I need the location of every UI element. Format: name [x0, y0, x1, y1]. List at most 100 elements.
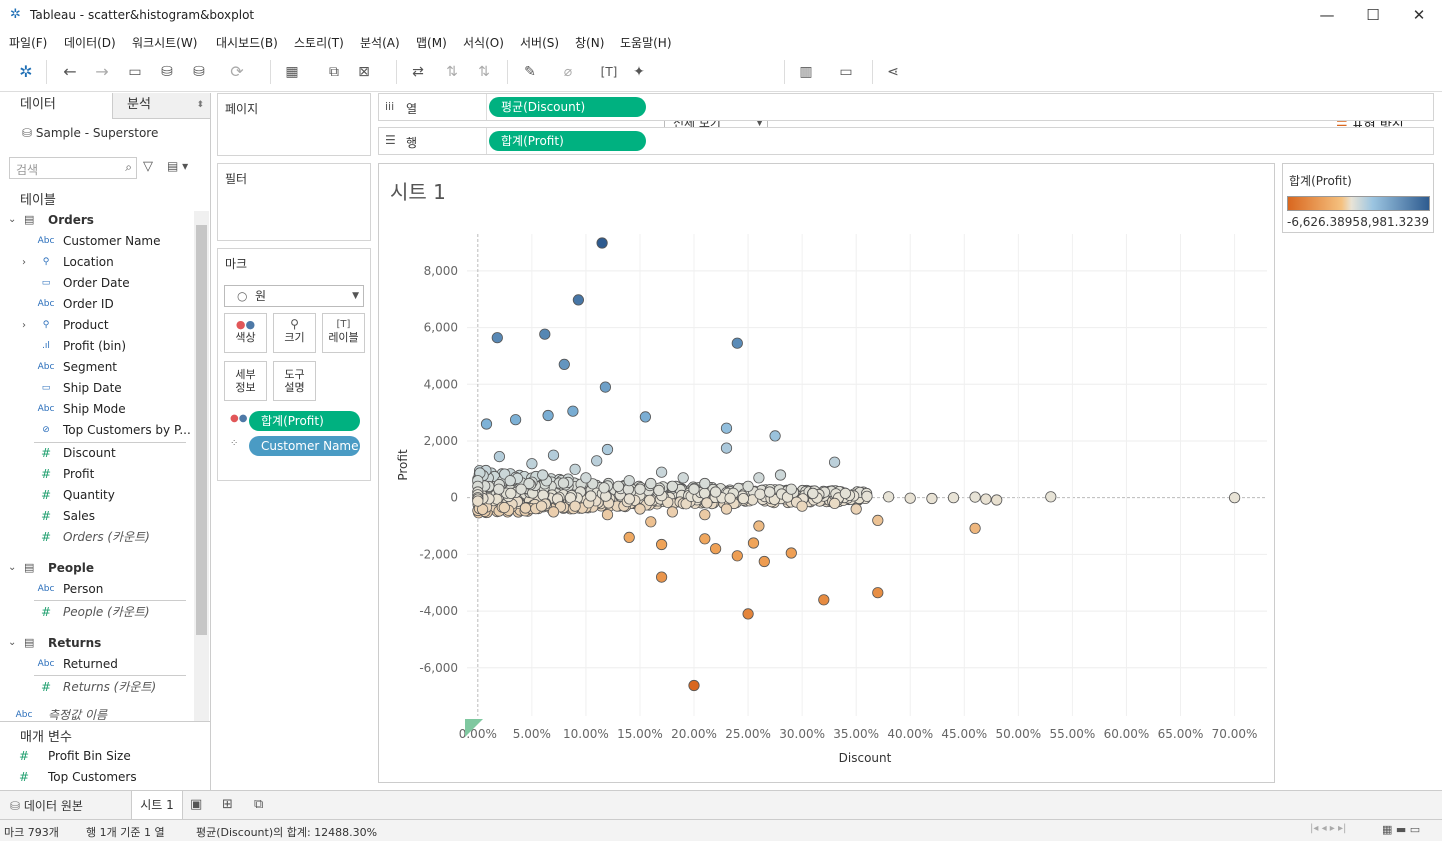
menu-server[interactable]: 서버(S)	[520, 34, 559, 51]
data-point	[764, 486, 776, 498]
field-dimension[interactable]: ▭ Order Date	[0, 273, 196, 294]
menu-map[interactable]: 맵(M)	[416, 34, 447, 51]
color-button[interactable]: ●● 색상	[224, 313, 267, 353]
pages-card[interactable]: 페이지	[217, 93, 371, 156]
maximize-button[interactable]: ☐	[1350, 0, 1396, 30]
swap-rows-columns-icon[interactable]: ⇄	[406, 60, 430, 84]
undo-icon[interactable]: ←	[58, 60, 82, 84]
label-button[interactable]: [T] 레이블	[322, 313, 365, 353]
save-icon[interactable]: ▭	[123, 60, 147, 84]
close-button[interactable]: ✕	[1396, 0, 1442, 30]
datasource-tab[interactable]: ⛁ 데이터 원본	[10, 797, 83, 814]
marks-pill-customer-name[interactable]: Customer Name	[249, 436, 360, 456]
scatter-plot[interactable]: 8,000 6,000 4,000 2,000 0 -2,000 -4,000 -6,000 0…	[379, 164, 1274, 782]
y-tick-label: 2,000	[424, 434, 458, 448]
refresh-icon[interactable]: ⟳	[225, 60, 249, 84]
view-options-icon[interactable]: ▤ ▾	[167, 159, 188, 173]
field-measure[interactable]: # Orders (카운트)	[0, 527, 196, 548]
redo-icon[interactable]: →	[90, 60, 114, 84]
table-returns[interactable]: ⌄ ▤ Returns	[0, 632, 196, 654]
datasource-item[interactable]: ⛁ Sample - Superstore	[22, 126, 158, 140]
clear-sheet-icon[interactable]: ⊠	[352, 60, 376, 84]
data-point	[747, 537, 760, 549]
table-orders[interactable]: ⌄ ▤ Orders	[0, 209, 196, 231]
new-dashboard-icon[interactable]: ⊞	[222, 797, 233, 812]
color-legend[interactable]: 합계(Profit) -6,626.3895 8,981.3239	[1282, 163, 1434, 233]
rows-shelf[interactable]: ☰ 행 합계(Profit)	[378, 127, 1434, 155]
show-cards-icon[interactable]: ▥	[794, 60, 818, 84]
group-members-icon[interactable]: ⌀	[556, 60, 580, 84]
view-toggle-icon[interactable]: ▦ ▬ ▭	[1382, 823, 1420, 836]
menu-file[interactable]: 파일(F)	[9, 34, 47, 51]
field-measure[interactable]: # Discount	[0, 443, 196, 464]
menu-analysis[interactable]: 분석(A)	[360, 34, 400, 51]
columns-pill-discount[interactable]: 평균(Discount)	[489, 97, 646, 117]
menu-window[interactable]: 창(N)	[575, 34, 604, 51]
field-dimension[interactable]: Abc Person	[0, 579, 196, 600]
duplicate-sheet-icon[interactable]: ⧉	[322, 60, 346, 84]
scrollbar-track[interactable]	[194, 211, 209, 721]
field-dimension[interactable]: Abc Ship Mode	[0, 399, 196, 420]
tab-data[interactable]: 데이터	[0, 93, 112, 119]
mark-type-select[interactable]: ○ 원 ▼	[224, 285, 364, 307]
menu-help[interactable]: 도움말(H)	[620, 34, 672, 51]
data-point	[601, 443, 614, 456]
menu-dashboard[interactable]: 대시보드(B)	[216, 34, 278, 51]
scrollbar-thumb[interactable]	[196, 225, 207, 635]
y-tick-label: -2,000	[419, 547, 458, 561]
show-mark-labels-icon[interactable]: [T]	[597, 60, 621, 84]
dimension-icon: .ıl	[42, 341, 50, 351]
highlight-icon[interactable]: ✎	[518, 60, 542, 84]
marks-pill-profit[interactable]: 합계(Profit)	[249, 411, 360, 431]
status-rows: 행 1개 기준 1 열	[86, 826, 165, 839]
search-field[interactable]: 검색 ⌕	[9, 157, 137, 179]
columns-shelf[interactable]: iii 열 평균(Discount)	[378, 93, 1434, 121]
fix-axes-icon[interactable]: ✦	[627, 60, 651, 84]
filters-card[interactable]: 필터	[217, 163, 371, 241]
field-measure[interactable]: # Profit	[0, 464, 196, 485]
menu-worksheet[interactable]: 워크시트(W)	[132, 34, 197, 51]
field-measure[interactable]: # Quantity	[0, 485, 196, 506]
rows-pill-profit[interactable]: 합계(Profit)	[489, 131, 646, 151]
field-measure-names[interactable]: Abc 측정값 이름	[0, 705, 196, 726]
menu-format[interactable]: 서식(O)	[463, 34, 504, 51]
new-story-icon[interactable]: ⧉	[254, 797, 263, 812]
new-worksheet-icon[interactable]: ▣	[190, 797, 202, 812]
sheet-tab[interactable]: 시트 1	[131, 791, 183, 819]
dimension-icon: ⚲	[42, 257, 50, 267]
presentation-mode-icon[interactable]: ▭	[834, 60, 858, 84]
pause-updates-icon[interactable]: ⛁	[187, 60, 211, 84]
sort-descending-icon[interactable]: ⇅	[472, 60, 496, 84]
share-icon[interactable]: ⋖	[881, 60, 905, 84]
field-dimension[interactable]: › ⚲ Product	[0, 315, 196, 336]
field-dimension[interactable]: ▭ Ship Date	[0, 378, 196, 399]
data-point	[1228, 492, 1241, 504]
param-top-customers[interactable]: # Top Customers	[0, 767, 196, 788]
new-worksheet-icon[interactable]: ▦	[280, 60, 304, 84]
detail-button[interactable]: 세부 정보	[224, 361, 267, 401]
field-measure[interactable]: # Sales	[0, 506, 196, 527]
field-label: Location	[63, 255, 114, 269]
field-dimension[interactable]: Abc Customer Name	[0, 231, 196, 252]
new-datasource-icon[interactable]: ⛁	[155, 60, 179, 84]
filter-icon[interactable]: ▽	[143, 159, 153, 174]
field-dimension[interactable]: ⊘ Top Customers by P...	[0, 420, 196, 441]
table-people[interactable]: ⌄ ▤ People	[0, 557, 196, 579]
sort-ascending-icon[interactable]: ⇅	[440, 60, 464, 84]
tab-analysis[interactable]: 분석 ⬍	[112, 93, 210, 119]
field-dimension[interactable]: › ⚲ Location	[0, 252, 196, 273]
field-dimension[interactable]: .ıl Profit (bin)	[0, 336, 196, 357]
menu-data[interactable]: 데이터(D)	[64, 34, 116, 51]
tooltip-button[interactable]: 도구 설명	[273, 361, 316, 401]
tableau-home-icon[interactable]: ✲	[14, 60, 38, 84]
size-button[interactable]: ⚲ 크기	[273, 313, 316, 353]
field-dimension[interactable]: Abc Order ID	[0, 294, 196, 315]
field-dimension[interactable]: Abc Segment	[0, 357, 196, 378]
field-measure[interactable]: # Returns (카운트)	[0, 677, 196, 698]
sheet-nav-icon[interactable]: |◂ ◂ ▸ ▸|	[1310, 823, 1346, 834]
field-dimension[interactable]: Abc Returned	[0, 654, 196, 675]
param-profit-bin-size[interactable]: # Profit Bin Size	[0, 746, 196, 767]
menu-story[interactable]: 스토리(T)	[294, 34, 344, 51]
field-measure[interactable]: # People (카운트)	[0, 602, 196, 623]
minimize-button[interactable]: —	[1304, 0, 1350, 30]
